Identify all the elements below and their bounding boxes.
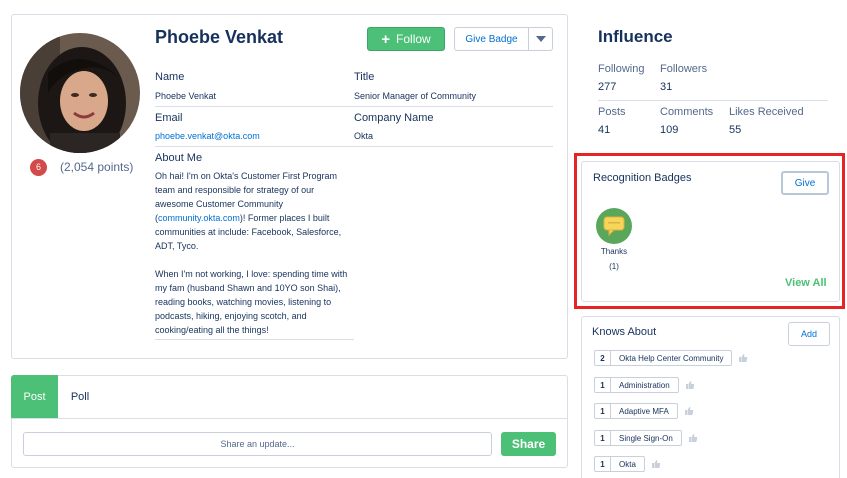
name-value: Phoebe Venkat	[155, 91, 217, 101]
fields-divider-2	[155, 146, 553, 147]
composer-divider	[12, 418, 567, 419]
company-value: Okta	[354, 131, 374, 141]
topic-pill[interactable]: 1 Single Sign-On	[594, 430, 682, 446]
follow-button[interactable]: + Follow	[367, 27, 445, 51]
give-button[interactable]: Give	[781, 171, 829, 195]
following-value[interactable]: 277	[598, 81, 616, 93]
topic-row: 2 Okta Help Center Community	[594, 350, 748, 366]
share-button[interactable]: Share	[501, 432, 556, 456]
follow-label: Follow	[396, 32, 431, 46]
topic-pill[interactable]: 1 Okta	[594, 456, 645, 472]
give-badge-dropdown-button[interactable]	[529, 27, 553, 51]
about-divider	[155, 339, 354, 340]
plus-icon: +	[381, 30, 391, 48]
title-value: Senior Manager of Community	[354, 91, 477, 101]
topic-name: Okta	[619, 459, 636, 469]
tab-poll[interactable]: Poll	[60, 375, 100, 418]
thanks-badge-label: Thanks	[600, 247, 628, 256]
topic-row: 1 Single Sign-On	[594, 430, 698, 446]
give-badge-button[interactable]: Give Badge	[454, 27, 529, 51]
topic-name: Administration	[619, 380, 670, 390]
thumbs-up-icon[interactable]	[684, 406, 694, 416]
rank-badge: 6	[30, 159, 47, 176]
chat-bubble-icon	[603, 216, 625, 236]
profile-name: Phoebe Venkat	[155, 27, 284, 47]
thumbs-up-icon[interactable]	[688, 433, 698, 443]
influence-divider	[598, 100, 828, 101]
add-topic-button[interactable]: Add	[788, 322, 830, 346]
influence-title: Influence	[598, 27, 673, 46]
avatar[interactable]	[20, 33, 140, 153]
topic-name: Okta Help Center Community	[619, 353, 724, 363]
topic-name: Adaptive MFA	[619, 406, 669, 416]
recognition-badges-title: Recognition Badges	[593, 172, 692, 184]
view-all-link[interactable]: View All	[785, 277, 827, 289]
comments-value: 109	[660, 124, 679, 136]
email-label: Email	[155, 112, 183, 124]
share-update-input[interactable]: Share an update...	[23, 432, 492, 456]
topic-count: 1	[595, 378, 611, 392]
thumbs-up-icon[interactable]	[651, 459, 661, 469]
followers-label: Followers	[660, 63, 708, 75]
topic-count: 1	[595, 457, 611, 471]
topic-row: 1 Administration	[594, 377, 695, 393]
company-label: Company Name	[354, 112, 434, 124]
likes-received-value: 55	[729, 124, 742, 136]
name-label: Name	[155, 71, 185, 83]
title-label: Title	[354, 71, 375, 83]
topic-name: Single Sign-On	[619, 433, 673, 443]
posts-label: Posts	[598, 106, 626, 118]
points-text: (2,054 points)	[60, 160, 134, 174]
fields-divider-1	[155, 106, 553, 107]
comments-label: Comments	[660, 106, 714, 118]
topic-row: 1 Adaptive MFA	[594, 403, 694, 419]
about-text: Oh hai! I'm on Okta's Customer First Pro…	[155, 169, 355, 351]
topic-pill[interactable]: 1 Administration	[594, 377, 679, 393]
topic-pill[interactable]: 1 Adaptive MFA	[594, 403, 678, 419]
thanks-badge-count: (1)	[609, 262, 619, 271]
followers-value[interactable]: 31	[660, 81, 672, 93]
avatar-photo	[20, 33, 140, 153]
thanks-badge[interactable]	[596, 208, 632, 244]
thumbs-up-icon[interactable]	[738, 353, 748, 363]
tab-post[interactable]: Post	[11, 375, 58, 418]
thumbs-up-icon[interactable]	[685, 380, 695, 390]
topic-count: 1	[595, 404, 611, 418]
about-paragraph-1: Oh hai! I'm on Okta's Customer First Pro…	[155, 169, 355, 253]
topic-pill[interactable]: 2 Okta Help Center Community	[594, 350, 733, 366]
email-link[interactable]: phoebe.venkat@okta.com	[155, 131, 260, 141]
topic-count: 1	[595, 431, 611, 445]
chevron-down-icon	[535, 36, 546, 42]
about-label: About Me	[155, 152, 203, 164]
following-label: Following	[598, 63, 645, 75]
community-link[interactable]: community.okta.com	[158, 213, 240, 223]
knows-about-title: Knows About	[592, 326, 657, 338]
topic-row: 1 Okta	[594, 456, 661, 472]
likes-received-label: Likes Received	[729, 106, 804, 118]
topic-count: 2	[595, 351, 611, 365]
about-paragraph-2: When I'm not working, I love: spending t…	[155, 269, 348, 335]
posts-value: 41	[598, 124, 611, 136]
